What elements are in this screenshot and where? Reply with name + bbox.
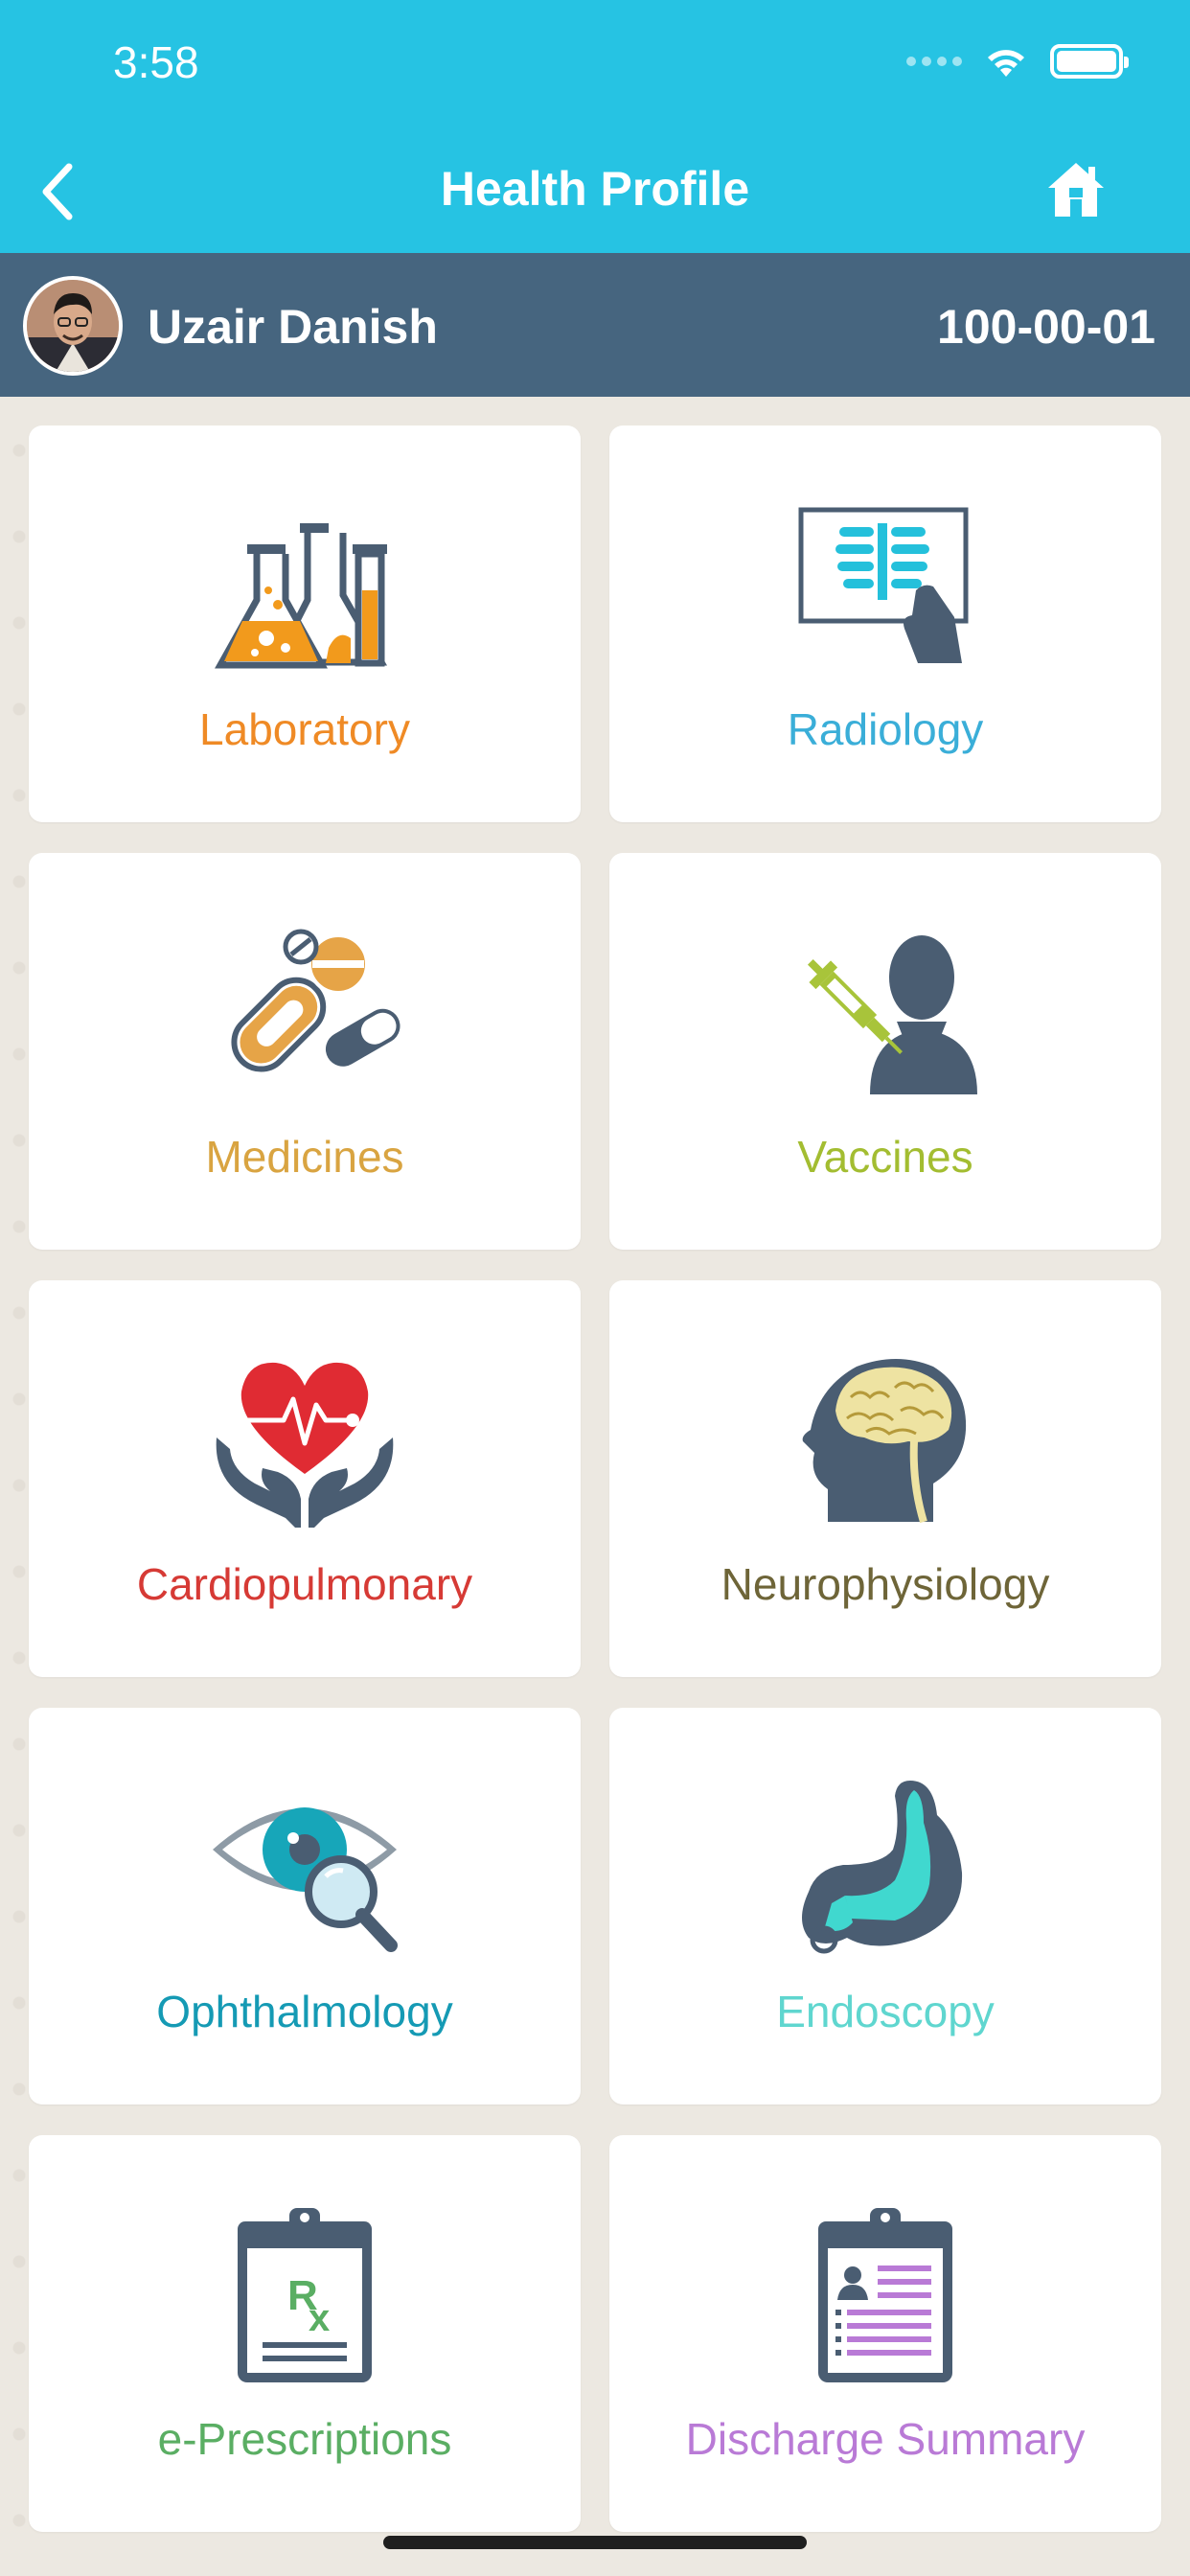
tile-label: Ophthalmology [156,1987,453,2036]
status-icons [906,44,1129,79]
eye-magnifier-icon [213,1807,398,1952]
home-indicator[interactable] [383,2536,807,2549]
rx-clipboard-icon: R x [238,2208,372,2382]
category-grid: Laboratory Radiology Medicines Vaccines … [29,426,1161,2532]
user-bar: Uzair Danish 100-00-01 [0,253,1190,397]
syringe-person-icon [807,935,977,1094]
tile-label: Radiology [787,704,984,754]
tile-ophthalmology[interactable]: Ophthalmology [29,1708,581,2104]
heart-hands-icon [216,1362,394,1528]
avatar[interactable] [23,276,123,376]
pills-icon [231,929,400,1072]
status-time: 3:58 [113,37,199,87]
battery-icon [1050,44,1129,79]
wifi-icon [988,50,1024,77]
tile-endoscopy[interactable]: Endoscopy [609,1708,1161,2104]
tile-e-prescriptions[interactable]: R x e-Prescriptions [29,2135,581,2532]
tile-vaccines[interactable]: Vaccines [609,853,1161,1250]
user-id: 100-00-01 [937,300,1156,354]
tile-label: Medicines [205,1132,404,1182]
lab-flasks-icon [215,523,388,669]
tile-cardiopulmonary[interactable]: Cardiopulmonary [29,1280,581,1677]
tile-label: Cardiopulmonary [136,1559,473,1609]
home-icon [1048,163,1104,217]
summary-clipboard-icon [818,2208,952,2382]
tile-radiology[interactable]: Radiology [609,426,1161,822]
user-name: Uzair Danish [148,300,438,354]
xray-icon [798,507,969,663]
tile-label: Vaccines [797,1132,973,1182]
tile-label: Neurophysiology [721,1559,1050,1609]
tile-label: Laboratory [199,704,410,754]
header: 3:58 Health Profile [0,0,1190,253]
svg-text:x: x [309,2297,330,2339]
brain-head-icon [802,1359,967,1524]
health-profile-screen: 3:58 Health Profile Uzair Danish 100-00-… [0,0,1190,2576]
tile-label: Endoscopy [776,1987,995,2036]
avatar-photo [27,280,119,372]
tile-label: e-Prescriptions [157,2414,452,2464]
signal-icon [906,57,962,66]
tile-discharge-summary[interactable]: Discharge Summary [609,2135,1161,2532]
tile-label: Discharge Summary [685,2414,1086,2464]
tile-medicines[interactable]: Medicines [29,853,581,1250]
page-title: Health Profile [440,162,750,216]
tile-laboratory[interactable]: Laboratory [29,426,581,822]
home-button[interactable] [1044,159,1108,220]
tile-neurophysiology[interactable]: Neurophysiology [609,1280,1161,1677]
stomach-icon [802,1781,963,1954]
